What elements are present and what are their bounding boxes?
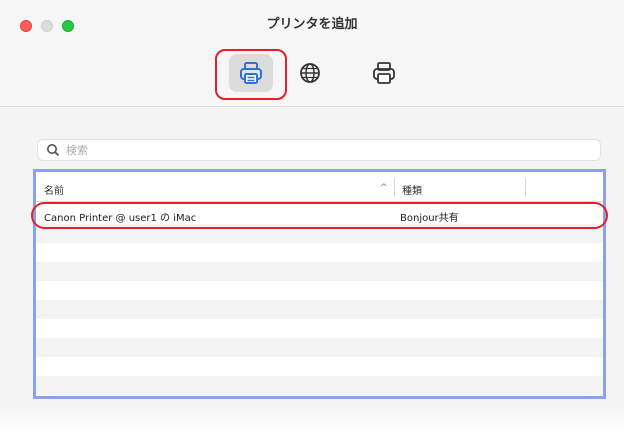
empty-row (36, 262, 603, 281)
empty-row (36, 319, 603, 338)
column-header-kind[interactable]: 種類 (402, 182, 422, 197)
column-divider (525, 178, 526, 196)
empty-row (36, 300, 603, 319)
column-divider (394, 178, 395, 196)
sort-ascending-icon: ^ (380, 183, 388, 193)
add-printer-window: プリンタを追加 検索 名前 ^ 種類 Canon Printer @ user1… (0, 0, 624, 432)
titlebar: プリンタを追加 (0, 0, 624, 107)
empty-row (36, 243, 603, 262)
table-header: 名前 ^ 種類 (36, 172, 603, 202)
printer-fax-icon (373, 62, 395, 84)
toolbar-highlight-annotation (215, 49, 287, 100)
empty-row (36, 357, 603, 376)
row-highlight-annotation (31, 202, 608, 229)
window-title: プリンタを追加 (266, 17, 358, 32)
column-header-name[interactable]: 名前 (44, 182, 64, 197)
empty-row (36, 281, 603, 300)
globe-icon (300, 63, 320, 83)
search-icon (47, 144, 60, 157)
bottom-fade (0, 408, 624, 432)
empty-row (36, 338, 603, 357)
windows-printer-tab[interactable] (362, 54, 406, 92)
search-placeholder: 検索 (66, 144, 88, 157)
empty-row (36, 376, 603, 395)
search-field[interactable]: 検索 (37, 139, 601, 161)
ip-printer-tab[interactable] (288, 54, 332, 92)
